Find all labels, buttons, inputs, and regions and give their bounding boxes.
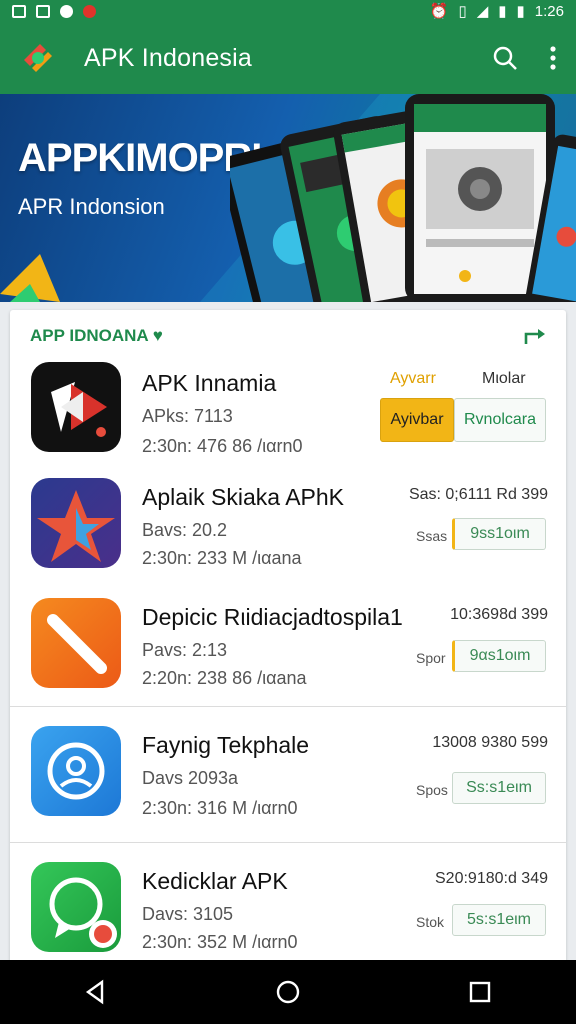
wifi-icon: ◢ xyxy=(476,3,489,20)
app-meta: Pavs: 2:13 xyxy=(142,640,228,660)
status-time: 1:26 xyxy=(534,2,564,20)
app-meta-size: 2:30n: 233 M /ιαana xyxy=(142,548,302,568)
status-bar: ⏰ ▯ ◢ ▮ ▮ 1:26 xyxy=(0,0,576,22)
status-right-icons: ⏰ ▯ ◢ ▮ ▮ 1:26 xyxy=(429,2,564,21)
vibrate-icon: ▯ xyxy=(458,3,467,20)
sync-icon xyxy=(60,4,73,18)
right-small-label: Stok xyxy=(416,914,445,930)
promo-banner[interactable]: APPKIMOPRI APR Indonsion xyxy=(0,94,576,302)
right-small-label: Spor xyxy=(416,650,446,666)
right-label-secondary: Mιolar xyxy=(482,370,526,387)
app-icon-play xyxy=(31,362,121,452)
app-meta-size: 2:30n: 476 86 /ιαrn0 xyxy=(142,436,303,456)
app-icon-slash xyxy=(31,598,121,688)
install-button[interactable]: 5s:s1eιm xyxy=(452,904,546,936)
app-meta-size: 2:30n: 352 M /ιαrn0 xyxy=(142,932,298,952)
more-options-icon[interactable] xyxy=(548,45,558,71)
app-title: APK Indonesia xyxy=(84,43,252,72)
app-name: Depicic Rιidiacjadtospila1 xyxy=(142,604,403,630)
primary-action-button[interactable]: Ayivbar xyxy=(380,398,454,442)
back-icon[interactable] xyxy=(82,978,110,1006)
right-small-label: Spos xyxy=(416,782,448,798)
section-header: APP IDNOANA ♥ xyxy=(30,326,163,345)
app-name: Kedicklar APK xyxy=(142,868,288,894)
share-icon[interactable] xyxy=(522,324,548,350)
list-divider xyxy=(10,706,566,707)
recents-icon[interactable] xyxy=(466,978,494,1006)
right-label: 10:3698d 399 xyxy=(450,606,548,623)
secondary-action-button[interactable]: Rvnolcara xyxy=(454,398,546,442)
app-icon-person xyxy=(31,726,121,816)
app-row[interactable]: Kedicklar APK Davs: 3105 2:30n: 352 M /ι… xyxy=(10,860,566,972)
banner-title: APPKIMOPRI xyxy=(18,136,262,180)
app-row[interactable]: Depicic Rιidiacjadtospila1 Pavs: 2:13 2:… xyxy=(10,596,566,706)
app-logo-icon xyxy=(24,44,52,72)
list-divider xyxy=(10,842,566,843)
search-icon[interactable] xyxy=(492,45,518,71)
install-button[interactable]: 9ss1oιm xyxy=(452,518,546,550)
right-label: Ayvarr xyxy=(390,370,436,387)
app-icon-chat xyxy=(31,862,121,952)
alarm-icon: ⏰ xyxy=(429,3,449,20)
battery-icon: ▮ xyxy=(516,3,525,20)
app-list-card: APP IDNOANA ♥ APK Innamia APks: 7113 2:3… xyxy=(10,310,566,972)
signal-icon: ▮ xyxy=(498,3,507,20)
status-left-icons xyxy=(12,4,96,18)
record-icon xyxy=(83,4,96,18)
right-label: 13008 9380 599 xyxy=(432,734,548,751)
phones-illustration xyxy=(230,94,576,302)
app-name: APK Innamia xyxy=(142,370,277,396)
notification-icon xyxy=(12,4,26,18)
app-meta: Davs 2093a xyxy=(142,768,239,788)
right-small-label: Ssas xyxy=(416,528,448,544)
install-button[interactable]: Ss:s1eιm xyxy=(452,772,546,804)
right-label: S20:9180:d 349 xyxy=(435,870,548,887)
app-meta: APks: 7113 xyxy=(142,406,233,426)
app-meta-size: 2:30n: 316 M /ιαrn0 xyxy=(142,798,298,818)
home-icon[interactable] xyxy=(274,978,302,1006)
app-row[interactable]: APK Innamia APks: 7113 2:30n: 476 86 /ια… xyxy=(10,360,566,468)
app-meta: Bavs: 20.2 xyxy=(142,520,228,540)
app-meta: Davs: 3105 xyxy=(142,904,234,924)
app-icon-star xyxy=(31,478,121,568)
app-bar: APK Indonesia xyxy=(0,22,576,94)
app-name: Faynig Tekphale xyxy=(142,732,310,758)
app-row[interactable]: Faynig Tekphale Davs 2093a 2:30n: 316 M … xyxy=(10,724,566,842)
right-label: Sas: 0;6111 Rd 399 xyxy=(408,486,548,503)
app-meta-size: 2:20n: 238 86 /ιαana xyxy=(142,668,307,688)
app-row[interactable]: Aplaik Skiaka APhK Bavs: 20.2 2:30n: 233… xyxy=(10,476,566,594)
banner-subtitle: APR Indonsion xyxy=(18,194,165,219)
install-button[interactable]: 9αs1oιm xyxy=(452,640,546,672)
image-notification-icon xyxy=(36,4,50,18)
app-name: Aplaik Skiaka APhK xyxy=(142,484,345,510)
system-nav-bar xyxy=(0,960,576,1024)
